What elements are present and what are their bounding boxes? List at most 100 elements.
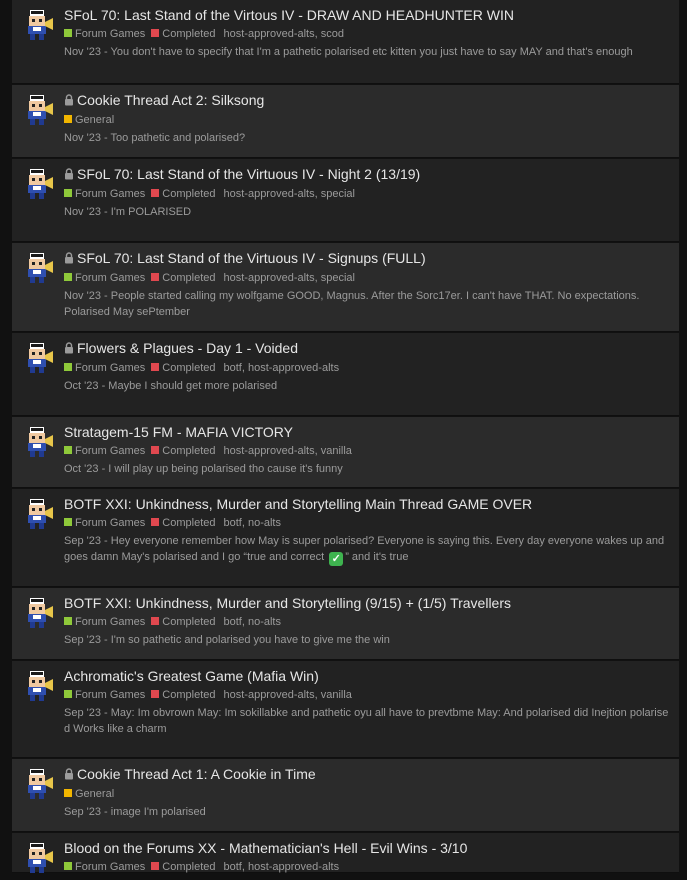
topic-title-link[interactable]: Cookie Thread Act 1: A Cookie in Time (77, 766, 316, 782)
category-label: Completed (162, 28, 216, 40)
topic-title-link[interactable]: Achromatic's Greatest Game (Mafia Win) (64, 668, 319, 684)
topic-meta: General (64, 113, 671, 127)
topic-meta: Forum Games Completed host-approved-alts, … (64, 688, 671, 702)
category-badge[interactable]: General (64, 787, 114, 801)
category-badge[interactable]: Forum Games (64, 27, 145, 41)
topic-title-link[interactable]: Blood on the Forums XX - Mathematician's… (64, 840, 467, 856)
topic-title-link[interactable]: Cookie Thread Act 2: Silksong (77, 92, 264, 108)
category-label: Completed (162, 445, 216, 457)
topic-title-line: BOTF XXI: Unkindness, Murder and Storyte… (64, 594, 671, 612)
category-label: Completed (162, 362, 216, 374)
category-label: Forum Games (75, 616, 146, 628)
category-color-swatch (151, 363, 160, 371)
topic-row[interactable]: Flowers & Plagues - Day 1 - Voided Forum … (12, 333, 679, 416)
topic-title-link[interactable]: SFoL 70: Last Stand of the Virtous IV - … (64, 7, 514, 23)
avatar[interactable] (24, 497, 54, 531)
avatar[interactable] (24, 167, 54, 201)
category-label: Completed (162, 188, 216, 200)
category-label: Forum Games (75, 188, 146, 200)
topic-tags[interactable]: host-approved-alts, special (224, 272, 355, 284)
avatar[interactable] (24, 669, 54, 703)
topic-date: Nov '23 (64, 132, 101, 144)
topic-row[interactable]: Cookie Thread Act 2: Silksong General Nov … (12, 85, 679, 158)
topic-meta: Forum Games Completed host-approved-alts, … (64, 27, 671, 41)
topic-date: Nov '23 (64, 290, 101, 302)
scrollbar-track[interactable] (681, 0, 687, 869)
topic-title-link[interactable]: SFoL 70: Last Stand of the Virtuous IV -… (77, 250, 426, 266)
category-badge[interactable]: Forum Games (64, 615, 145, 629)
topic-tags[interactable]: botf, host-approved-alts (224, 861, 340, 873)
topic-title-link[interactable]: Stratagem-15 FM - MAFIA VICTORY (64, 424, 293, 440)
category-badge[interactable]: Completed (151, 187, 216, 201)
topic-tags[interactable]: botf, no-alts (224, 517, 281, 529)
topic-title-link[interactable]: SFoL 70: Last Stand of the Virtuous IV -… (77, 166, 420, 182)
category-color-swatch (151, 518, 160, 526)
category-badge[interactable]: Forum Games (64, 444, 145, 458)
topic-title-line: BOTF XXI: Unkindness, Murder and Storyte… (64, 495, 671, 513)
topic-excerpt-text: May: Im obvrown May: Im sokillabke and p… (64, 707, 669, 735)
topic-tags[interactable]: botf, no-alts (224, 616, 281, 628)
topic-title-link[interactable]: BOTF XXI: Unkindness, Murder and Storyte… (64, 496, 532, 512)
topic-title-line: SFoL 70: Last Stand of the Virtuous IV -… (64, 249, 671, 268)
check-mark-icon: ✓ (329, 552, 344, 566)
category-badge[interactable]: Completed (151, 860, 216, 874)
topic-row[interactable]: Stratagem-15 FM - MAFIA VICTORY Forum Gam… (12, 417, 679, 488)
category-badge[interactable]: Completed (151, 516, 216, 530)
category-label: General (75, 114, 115, 126)
avatar[interactable] (24, 767, 54, 801)
topic-row[interactable]: BOTF XXI: Unkindness, Murder and Storyte… (12, 489, 679, 587)
avatar[interactable] (24, 425, 54, 459)
topic-excerpt-text: People started calling my wolfgame GOOD,… (64, 290, 640, 318)
topic-title-link[interactable]: Flowers & Plagues - Day 1 - Voided (77, 340, 298, 356)
topic-tags[interactable]: host-approved-alts, special (224, 188, 355, 200)
category-color-swatch (64, 29, 72, 37)
topic-tags[interactable]: botf, host-approved-alts (224, 362, 340, 374)
topic-excerpt-text: I will play up being polarised tho cause… (108, 463, 343, 475)
avatar[interactable] (24, 841, 54, 875)
lock-icon (64, 92, 74, 110)
topic-row[interactable]: Blood on the Forums XX - Mathematician's… (12, 833, 679, 873)
category-badge[interactable]: Completed (151, 271, 216, 285)
category-badge[interactable]: Forum Games (64, 271, 145, 285)
topic-meta: Forum Games Completed host-approved-alts, … (64, 444, 671, 458)
topic-date: Nov '23 (64, 46, 101, 58)
category-color-swatch (151, 273, 160, 281)
topic-row[interactable]: Achromatic's Greatest Game (Mafia Win) Fo… (12, 661, 679, 758)
topic-row[interactable]: SFoL 70: Last Stand of the Virtous IV - … (12, 0, 679, 84)
topic-content: SFoL 70: Last Stand of the Virtous IV - … (64, 6, 671, 60)
topic-row[interactable]: SFoL 70: Last Stand of the Virtuous IV -… (12, 243, 679, 332)
category-label: Forum Games (75, 272, 146, 284)
topic-title-line: Stratagem-15 FM - MAFIA VICTORY (64, 423, 671, 441)
category-badge[interactable]: Forum Games (64, 361, 145, 375)
topic-meta: Forum Games Completed botf, host-approved-… (64, 860, 671, 874)
topic-row[interactable]: SFoL 70: Last Stand of the Virtuous IV -… (12, 159, 679, 242)
category-badge[interactable]: Completed (151, 688, 216, 702)
avatar[interactable] (24, 596, 54, 630)
category-color-swatch (64, 115, 72, 123)
avatar[interactable] (24, 93, 54, 127)
category-badge[interactable]: Completed (151, 444, 216, 458)
category-badge[interactable]: Forum Games (64, 688, 145, 702)
topic-row[interactable]: Cookie Thread Act 1: A Cookie in Time Gen… (12, 759, 679, 832)
avatar[interactable] (24, 251, 54, 285)
avatar[interactable] (24, 341, 54, 375)
category-badge[interactable]: Completed (151, 361, 216, 375)
topic-tags[interactable]: host-approved-alts, vanilla (224, 689, 352, 701)
category-label: Forum Games (75, 28, 146, 40)
category-badge[interactable]: Completed (151, 27, 216, 41)
topic-row[interactable]: BOTF XXI: Unkindness, Murder and Storyte… (12, 588, 679, 660)
topic-meta: Forum Games Completed host-approved-alts, … (64, 271, 671, 285)
category-badge[interactable]: General (64, 113, 114, 127)
topic-tags[interactable]: host-approved-alts, vanilla (224, 445, 352, 457)
category-label: Completed (162, 616, 216, 628)
avatar[interactable] (24, 8, 54, 42)
topic-title-line: Achromatic's Greatest Game (Mafia Win) (64, 667, 671, 685)
category-badge[interactable]: Forum Games (64, 860, 145, 874)
category-color-swatch (64, 273, 72, 281)
category-badge[interactable]: Forum Games (64, 516, 145, 530)
category-badge[interactable]: Forum Games (64, 187, 145, 201)
topic-title-link[interactable]: BOTF XXI: Unkindness, Murder and Storyte… (64, 595, 511, 611)
category-badge[interactable]: Completed (151, 615, 216, 629)
topic-tags[interactable]: host-approved-alts, scod (224, 28, 344, 40)
topic-excerpt-text: I'm POLARISED (110, 206, 192, 218)
